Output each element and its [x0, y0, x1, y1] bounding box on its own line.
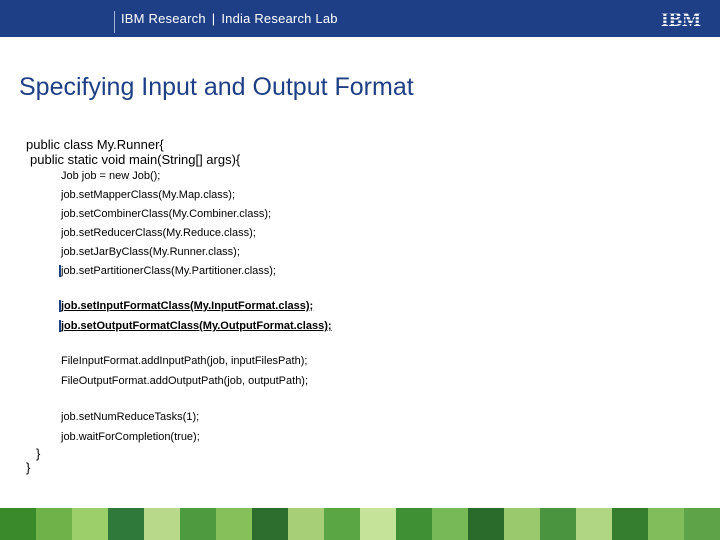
footer-tile [360, 508, 396, 540]
footer-tile [216, 508, 252, 540]
header-org: IBM Research [121, 11, 206, 26]
footer-tile [468, 508, 504, 540]
header-divider [114, 11, 115, 33]
footer-tile [144, 508, 180, 540]
header-bar: IBM Research | India Research Lab IBM [0, 0, 720, 37]
code-class-decl: public class My.Runner{ [26, 137, 164, 152]
code-line: Job job = new Job(); [61, 170, 161, 182]
footer-tile [504, 508, 540, 540]
header-title: IBM Research | India Research Lab [121, 11, 338, 26]
code-line: FileInputFormat.addInputPath(job, inputF… [61, 355, 308, 367]
footer-tile [432, 508, 468, 540]
footer-tile [72, 508, 108, 540]
footer-tile [324, 508, 360, 540]
footer-tile [396, 508, 432, 540]
footer-tile [36, 508, 72, 540]
code-close-class: } [26, 460, 31, 475]
header-separator: | [211, 11, 216, 26]
code-line: job.setPartitionerClass(My.Partitioner.c… [61, 265, 276, 277]
code-line: job.setMapperClass(My.Map.class); [61, 189, 236, 201]
footer-tile [576, 508, 612, 540]
footer-tile-strip [0, 508, 720, 540]
code-line: job.setCombinerClass(My.Combiner.class); [61, 208, 272, 220]
slide-title: Specifying Input and Output Format [19, 73, 414, 101]
code-line: job.setNumReduceTasks(1); [61, 411, 200, 423]
code-close-method: } [36, 446, 41, 461]
footer-tile [252, 508, 288, 540]
footer-tile [180, 508, 216, 540]
code-line: job.setReducerClass(My.Reduce.class); [61, 227, 256, 239]
footer-tile [648, 508, 684, 540]
header-lab: India Research Lab [221, 11, 338, 26]
code-line: job.setJarByClass(My.Runner.class); [61, 246, 240, 258]
footer-tile [288, 508, 324, 540]
code-line-highlighted: job.setOutputFormatClass(My.OutputFormat… [61, 320, 332, 332]
code-method-decl: public static void main(String[] args){ [30, 152, 241, 167]
code-line: FileOutputFormat.addOutputPath(job, outp… [61, 375, 309, 387]
code-line: job.waitForCompletion(true); [61, 431, 200, 443]
footer-tile [108, 508, 144, 540]
footer-tile [540, 508, 576, 540]
footer-tile [684, 508, 720, 540]
code-line-highlighted: job.setInputFormatClass(My.InputFormat.c… [61, 300, 314, 312]
ibm-logo: IBM [653, 9, 709, 30]
footer-tile [0, 508, 36, 540]
footer-tile [612, 508, 648, 540]
